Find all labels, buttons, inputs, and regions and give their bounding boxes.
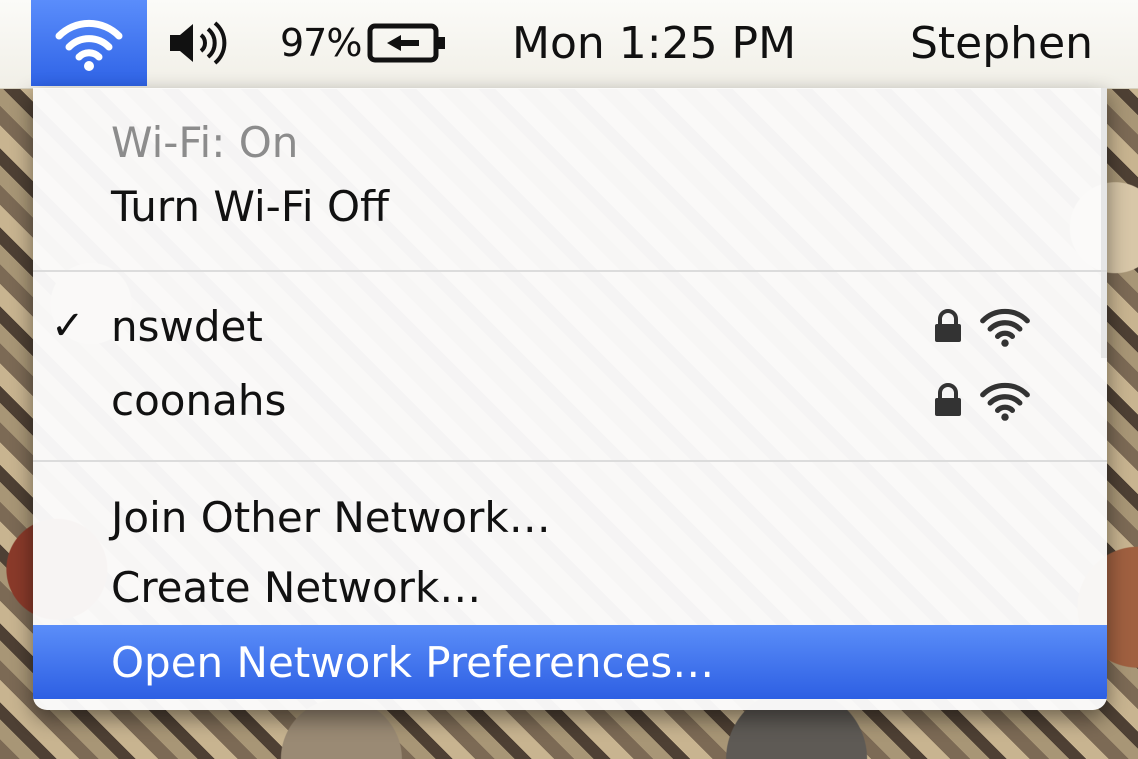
wifi-dropdown-menu: Wi-Fi: On Turn Wi-Fi Off ✓ nswdet coonah… bbox=[33, 88, 1107, 710]
battery-percent: 97% bbox=[280, 21, 362, 65]
open-network-preferences-item[interactable]: Open Network Preferences… bbox=[33, 625, 1107, 699]
user-menu-extra[interactable]: Stephen bbox=[910, 0, 1093, 86]
user-name: Stephen bbox=[910, 17, 1094, 69]
create-network-label: Create Network… bbox=[111, 562, 482, 612]
menu-bar: 97% Mon 1:25 PM Stephen bbox=[0, 0, 1138, 89]
create-network-item[interactable]: Create Network… bbox=[33, 555, 1107, 619]
network-item-nswdet[interactable]: ✓ nswdet bbox=[33, 294, 1107, 358]
battery-charging-icon bbox=[367, 23, 446, 63]
wifi-signal-icon bbox=[980, 308, 1030, 347]
lock-icon bbox=[935, 383, 961, 416]
menu-separator bbox=[33, 460, 1107, 462]
battery-menu-extra[interactable]: 97% bbox=[280, 0, 449, 86]
checkmark-icon: ✓ bbox=[51, 303, 85, 349]
network-item-coonahs[interactable]: coonahs bbox=[33, 368, 1107, 432]
menu-separator bbox=[33, 270, 1107, 272]
volume-menu-extra[interactable] bbox=[157, 0, 241, 86]
join-other-network-label: Join Other Network… bbox=[111, 492, 551, 542]
network-name: nswdet bbox=[111, 301, 263, 351]
lock-icon bbox=[935, 309, 961, 342]
clock-menu-extra[interactable]: Mon 1:25 PM bbox=[512, 0, 796, 86]
wifi-icon bbox=[55, 19, 123, 71]
volume-icon bbox=[170, 21, 227, 65]
wifi-signal-icon bbox=[980, 382, 1030, 421]
join-other-network-item[interactable]: Join Other Network… bbox=[33, 485, 1107, 549]
wifi-status-item: Wi-Fi: On bbox=[33, 110, 1107, 174]
network-name: coonahs bbox=[111, 375, 287, 425]
wifi-menu-extra[interactable] bbox=[31, 0, 147, 86]
open-network-preferences-label: Open Network Preferences… bbox=[111, 637, 715, 687]
turn-wifi-off-item[interactable]: Turn Wi-Fi Off bbox=[33, 174, 1107, 238]
wifi-status-label: Wi-Fi: On bbox=[111, 117, 299, 167]
turn-wifi-off-label: Turn Wi-Fi Off bbox=[111, 181, 389, 231]
clock-text: Mon 1:25 PM bbox=[512, 17, 797, 69]
